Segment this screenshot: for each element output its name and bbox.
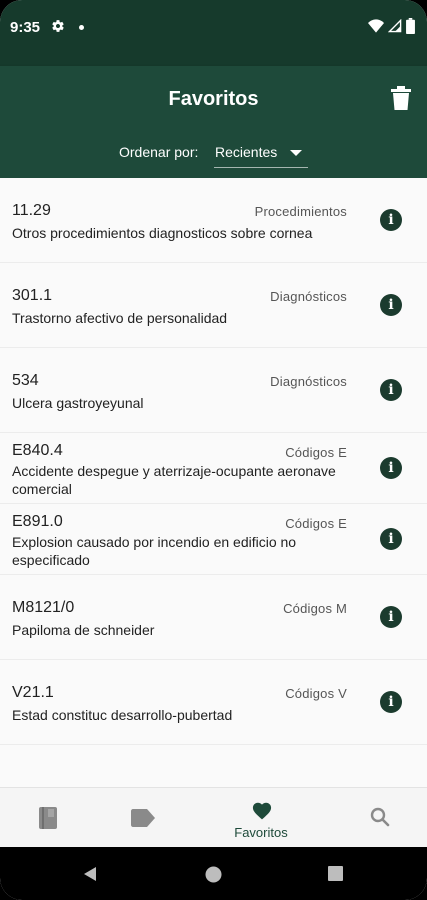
trash-icon[interactable] <box>391 86 411 110</box>
info-icon: i <box>388 212 394 228</box>
item-code: 11.29 <box>12 202 51 219</box>
list-item[interactable]: E840.4 Códigos E Accidente despegue y at… <box>0 433 427 504</box>
recents-icon[interactable] <box>328 866 343 881</box>
item-description: Otros procedimientos diagnosticos sobre … <box>12 225 313 241</box>
list-item[interactable]: E891.0 Códigos E Explosion causado por i… <box>0 504 427 575</box>
status-indicators <box>368 18 415 34</box>
favorites-list: 11.29 Procedimientos Otros procedimiento… <box>0 178 427 745</box>
info-button[interactable]: i <box>380 528 402 550</box>
label-tag-icon <box>131 809 155 827</box>
item-category: Procedimientos <box>254 204 347 219</box>
heart-icon <box>252 802 272 820</box>
item-code: M8121/0 <box>12 599 75 616</box>
nav-item-search[interactable] <box>321 788 427 848</box>
item-description: Accidente despegue y aterrizaje-ocupante… <box>12 463 336 497</box>
info-button[interactable]: i <box>380 457 402 479</box>
info-icon: i <box>388 531 394 547</box>
book-icon <box>39 807 57 829</box>
item-description: Explosion causado por incendio en edific… <box>12 534 297 568</box>
sort-selected-value: Recientes <box>215 144 278 160</box>
item-code: E891.0 <box>12 513 63 530</box>
battery-icon <box>406 18 415 34</box>
phone-screen: 9:35 Favoritos Ordenar por: Recientes 11… <box>0 0 427 900</box>
page-title: Favoritos <box>168 88 259 110</box>
info-button[interactable]: i <box>380 691 402 713</box>
home-icon[interactable] <box>205 866 222 883</box>
info-button[interactable]: i <box>380 379 402 401</box>
item-description: Trastorno afectivo de personalidad <box>12 310 228 326</box>
back-icon[interactable] <box>82 866 98 882</box>
nav-item-label[interactable] <box>106 788 212 848</box>
item-code: 301.1 <box>12 287 53 304</box>
list-item[interactable]: M8121/0 Códigos M Papiloma de schneider … <box>0 575 427 660</box>
status-bar: 9:35 <box>0 0 427 66</box>
notification-dot-icon <box>79 25 84 30</box>
info-icon: i <box>388 609 394 625</box>
info-button[interactable]: i <box>380 209 402 231</box>
item-category: Códigos V <box>285 686 347 701</box>
item-category: Diagnósticos <box>270 289 347 304</box>
info-button[interactable]: i <box>380 294 402 316</box>
item-code: 534 <box>12 372 39 389</box>
item-description: Estad constituc desarrollo-pubertad <box>12 707 233 723</box>
info-icon: i <box>388 460 394 476</box>
settings-gear-icon <box>52 20 64 32</box>
dropdown-caret-icon <box>290 150 302 156</box>
nav-item-book[interactable] <box>0 788 106 848</box>
app-bar: Favoritos Ordenar por: Recientes <box>0 66 427 178</box>
bottom-navigation: Favoritos <box>0 787 427 847</box>
item-code: V21.1 <box>12 684 54 701</box>
list-item[interactable]: 534 Diagnósticos Ulcera gastroyeyunal i <box>0 348 427 433</box>
item-description: Papiloma de schneider <box>12 622 155 638</box>
cell-signal-icon <box>388 19 402 33</box>
item-category: Códigos E <box>285 516 347 531</box>
search-icon <box>370 807 390 827</box>
item-code: E840.4 <box>12 442 63 459</box>
nav-item-favoritos[interactable]: Favoritos <box>208 788 314 848</box>
item-category: Códigos E <box>285 445 347 460</box>
nav-label-favoritos: Favoritos <box>234 825 288 840</box>
list-item[interactable]: V21.1 Códigos V Estad constituc desarrol… <box>0 660 427 745</box>
item-category: Códigos M <box>283 601 347 616</box>
system-navigation-bar <box>0 847 427 900</box>
info-icon: i <box>388 694 394 710</box>
list-item[interactable]: 11.29 Procedimientos Otros procedimiento… <box>0 178 427 263</box>
list-item[interactable]: 301.1 Diagnósticos Trastorno afectivo de… <box>0 263 427 348</box>
item-category: Diagnósticos <box>270 374 347 389</box>
sort-label: Ordenar por: <box>119 144 199 160</box>
status-time: 9:35 <box>10 19 41 36</box>
sort-dropdown[interactable]: Recientes <box>214 136 308 168</box>
info-icon: i <box>388 382 394 398</box>
item-description: Ulcera gastroyeyunal <box>12 395 144 411</box>
info-icon: i <box>388 297 394 313</box>
wifi-icon <box>368 19 384 33</box>
info-button[interactable]: i <box>380 606 402 628</box>
